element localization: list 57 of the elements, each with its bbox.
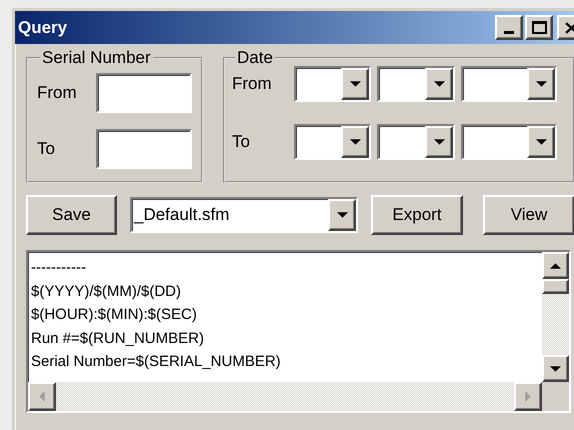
close-icon: [564, 22, 574, 34]
text-line: $(HOUR):$(MIN):$(SEC): [31, 305, 198, 325]
field-label: To: [232, 131, 251, 154]
text-line: Run #=$(RUN_NUMBER): [31, 328, 205, 348]
field-label: To: [37, 138, 55, 160]
text-line: Serial Number=$(SERIAL_NUMBER): [31, 352, 282, 372]
save-button[interactable]: Save: [26, 195, 117, 235]
dropdown-button[interactable]: [328, 199, 356, 231]
down-arrow-icon: [350, 81, 360, 87]
input-field[interactable]: [96, 129, 192, 169]
horizontal-scrollbar[interactable]: [28, 382, 542, 411]
dropdown-button[interactable]: [425, 126, 453, 158]
left-arrow-icon: [39, 391, 45, 402]
dropdown-field[interactable]: [461, 66, 557, 102]
format-dropdown[interactable]: _Default.sfm: [130, 197, 358, 233]
window-title: Query: [18, 16, 68, 39]
down-arrow-icon: [434, 81, 444, 87]
down-arrow-icon: [550, 366, 561, 372]
scroll-left-button[interactable]: [28, 382, 56, 411]
dropdown-button[interactable]: [425, 68, 453, 100]
scroll-down-button[interactable]: [542, 355, 569, 382]
vertical-scrollbar[interactable]: [542, 252, 569, 382]
down-arrow-icon: [536, 81, 546, 87]
down-arrow-icon: [536, 139, 546, 145]
dropdown-button[interactable]: [341, 126, 369, 158]
dropdown-field[interactable]: [377, 124, 455, 160]
view-button[interactable]: View: [483, 195, 574, 235]
dropdown-field[interactable]: [461, 124, 557, 160]
minimize-icon: [504, 31, 514, 34]
down-arrow-icon: [434, 139, 444, 145]
group-label: Date: [236, 48, 274, 68]
dropdown-field[interactable]: [377, 66, 455, 102]
input-field[interactable]: [96, 73, 192, 113]
dropdown-button[interactable]: [527, 68, 555, 100]
dropdown-field[interactable]: [294, 124, 371, 160]
scrollbar-corner: [542, 382, 569, 411]
right-arrow-icon: [525, 391, 531, 402]
down-arrow-icon: [350, 139, 360, 145]
dropdown-button[interactable]: [527, 126, 555, 158]
maximize-icon: [532, 21, 546, 34]
template-text-area[interactable]: ----------- $(YYYY)/$(MM)/$(DD) $(HOUR):$(MIN):$(SEC) Run #=$(RUN_NUMBER) Serial Number=$(SERIAL_NUMBER): [26, 250, 571, 413]
export-button[interactable]: Export: [371, 195, 463, 235]
dropdown-value: _Default.sfm: [132, 204, 230, 226]
scroll-right-button[interactable]: [514, 382, 542, 411]
dropdown-button[interactable]: [341, 68, 369, 100]
up-arrow-icon: [550, 262, 561, 268]
minimize-button[interactable]: [495, 15, 523, 40]
text-line: $(YYYY)/$(MM)/$(DD): [31, 282, 182, 302]
dropdown-field[interactable]: [294, 66, 371, 102]
text-line: -----------: [31, 258, 87, 278]
group-label: Serial Number: [41, 48, 152, 68]
field-label: From: [37, 82, 77, 104]
down-arrow-icon: [336, 212, 348, 218]
field-label: From: [232, 73, 273, 96]
scroll-thumb[interactable]: [542, 279, 569, 294]
maximize-button[interactable]: [525, 15, 553, 40]
scroll-up-button[interactable]: [542, 252, 569, 279]
